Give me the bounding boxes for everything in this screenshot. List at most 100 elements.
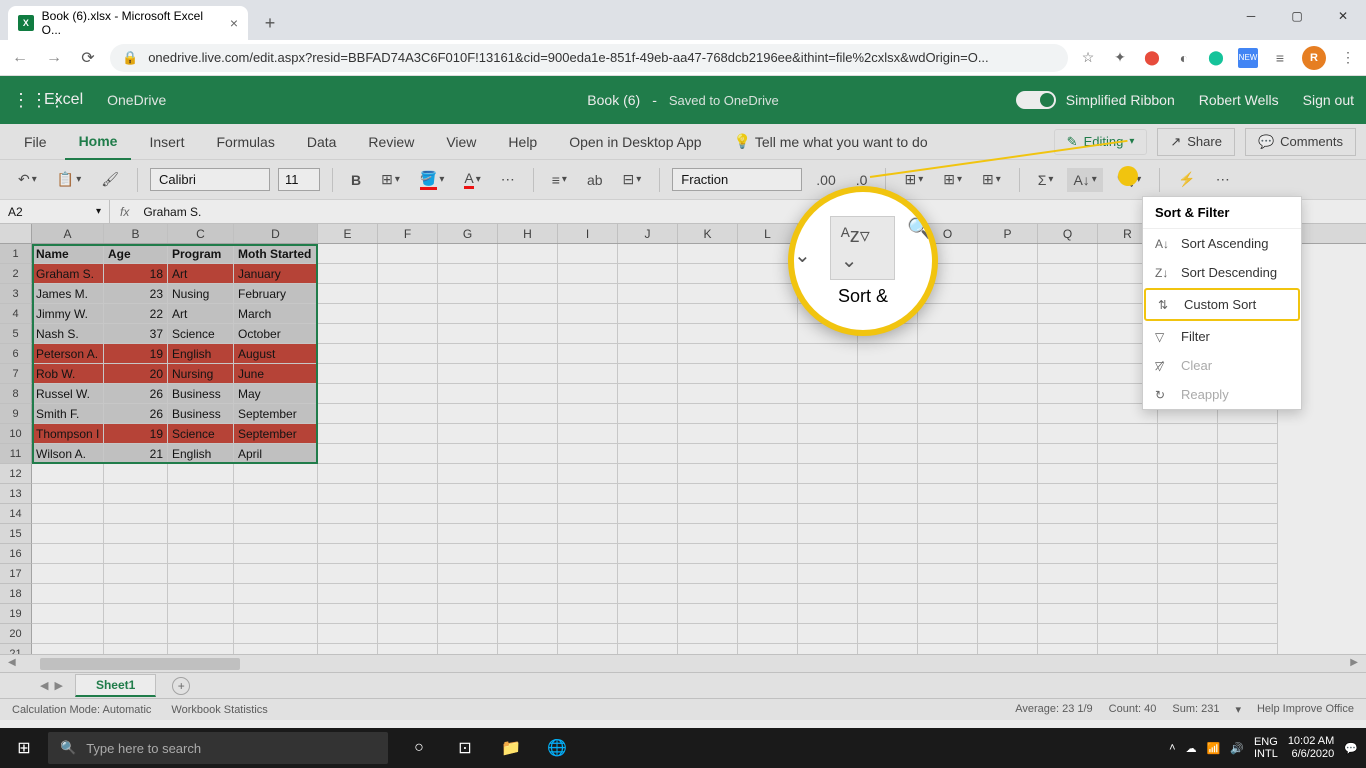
cell[interactable]: [918, 304, 978, 324]
cell[interactable]: [378, 584, 438, 604]
scroll-thumb[interactable]: [40, 658, 240, 670]
cell[interactable]: [1218, 584, 1278, 604]
cell[interactable]: [798, 504, 858, 524]
cell[interactable]: October: [234, 324, 318, 344]
cell[interactable]: [678, 464, 738, 484]
cell[interactable]: [558, 564, 618, 584]
cell[interactable]: [438, 644, 498, 654]
cell[interactable]: [738, 304, 798, 324]
cell[interactable]: [978, 584, 1038, 604]
cell[interactable]: Science: [168, 424, 234, 444]
cell[interactable]: [738, 384, 798, 404]
cell[interactable]: [678, 624, 738, 644]
cell[interactable]: [1098, 624, 1158, 644]
cell[interactable]: Wilson A.: [32, 444, 104, 464]
cell[interactable]: April: [234, 444, 318, 464]
cell[interactable]: [498, 624, 558, 644]
cell[interactable]: [378, 264, 438, 284]
cell[interactable]: [618, 384, 678, 404]
add-sheet-button[interactable]: +: [172, 677, 190, 695]
row-header-6[interactable]: 6: [0, 344, 32, 364]
cell[interactable]: [168, 484, 234, 504]
cell[interactable]: [618, 464, 678, 484]
cell[interactable]: [32, 624, 104, 644]
cell[interactable]: [558, 584, 618, 604]
cell[interactable]: [1038, 264, 1098, 284]
name-box[interactable]: A2▾: [0, 200, 110, 223]
scroll-right-icon[interactable]: ▶: [1350, 657, 1358, 668]
cell[interactable]: [378, 364, 438, 384]
cell[interactable]: [558, 284, 618, 304]
cell[interactable]: August: [234, 344, 318, 364]
cell[interactable]: [1158, 504, 1218, 524]
cell[interactable]: [438, 544, 498, 564]
cell[interactable]: [32, 584, 104, 604]
cell[interactable]: [1098, 484, 1158, 504]
cell[interactable]: [858, 584, 918, 604]
cell[interactable]: [618, 364, 678, 384]
reload-button[interactable]: ⟳: [76, 48, 100, 68]
cell[interactable]: [918, 584, 978, 604]
cell[interactable]: [798, 584, 858, 604]
cell[interactable]: Jimmy W.: [32, 304, 104, 324]
editing-mode-button[interactable]: ✎Editing▾: [1054, 129, 1148, 155]
paste-button[interactable]: 📋▾: [51, 167, 87, 192]
cell[interactable]: [1158, 424, 1218, 444]
cell[interactable]: [318, 364, 378, 384]
tab-insert[interactable]: Insert: [135, 124, 198, 160]
cell[interactable]: [738, 604, 798, 624]
inc-decimal-button[interactable]: .00: [810, 168, 841, 192]
cell[interactable]: [678, 604, 738, 624]
star-icon[interactable]: ☆: [1078, 48, 1098, 68]
cell[interactable]: [678, 304, 738, 324]
cell[interactable]: [1218, 504, 1278, 524]
cell[interactable]: [1098, 564, 1158, 584]
cell[interactable]: Business: [168, 384, 234, 404]
tab-file[interactable]: File: [10, 124, 61, 160]
cell[interactable]: 26: [104, 404, 168, 424]
cell[interactable]: Graham S.: [32, 264, 104, 284]
cell[interactable]: [858, 424, 918, 444]
cell[interactable]: [558, 644, 618, 654]
tab-help[interactable]: Help: [494, 124, 551, 160]
cell[interactable]: [378, 404, 438, 424]
cell[interactable]: Name: [32, 244, 104, 264]
cell[interactable]: [678, 644, 738, 654]
cell[interactable]: [558, 524, 618, 544]
cell[interactable]: [318, 484, 378, 504]
cell[interactable]: [168, 584, 234, 604]
row-header-12[interactable]: 12: [0, 464, 32, 484]
cell[interactable]: [378, 524, 438, 544]
cell[interactable]: [168, 464, 234, 484]
cell[interactable]: 20: [104, 364, 168, 384]
cell[interactable]: [1158, 444, 1218, 464]
cell[interactable]: [978, 624, 1038, 644]
cell[interactable]: [1038, 604, 1098, 624]
cell[interactable]: [1038, 524, 1098, 544]
cell[interactable]: Science: [168, 324, 234, 344]
cell[interactable]: [498, 404, 558, 424]
cell[interactable]: September: [234, 424, 318, 444]
cell[interactable]: [498, 544, 558, 564]
cell[interactable]: [1038, 284, 1098, 304]
cell[interactable]: [558, 464, 618, 484]
col-header-P[interactable]: P: [978, 224, 1038, 243]
tray-notifications-icon[interactable]: 💬: [1344, 742, 1358, 755]
cell[interactable]: [618, 624, 678, 644]
col-header-C[interactable]: C: [168, 224, 234, 243]
cell[interactable]: [1038, 584, 1098, 604]
cell[interactable]: [618, 344, 678, 364]
cell[interactable]: [918, 444, 978, 464]
cell[interactable]: [1218, 624, 1278, 644]
autosum-button[interactable]: Σ▾: [1032, 168, 1060, 192]
cell[interactable]: [858, 384, 918, 404]
cell[interactable]: 18: [104, 264, 168, 284]
cell[interactable]: [738, 484, 798, 504]
cell[interactable]: [438, 464, 498, 484]
cell[interactable]: [438, 364, 498, 384]
cell[interactable]: [378, 444, 438, 464]
cell[interactable]: [918, 464, 978, 484]
cell[interactable]: [318, 264, 378, 284]
cell[interactable]: [618, 444, 678, 464]
cell[interactable]: [498, 644, 558, 654]
